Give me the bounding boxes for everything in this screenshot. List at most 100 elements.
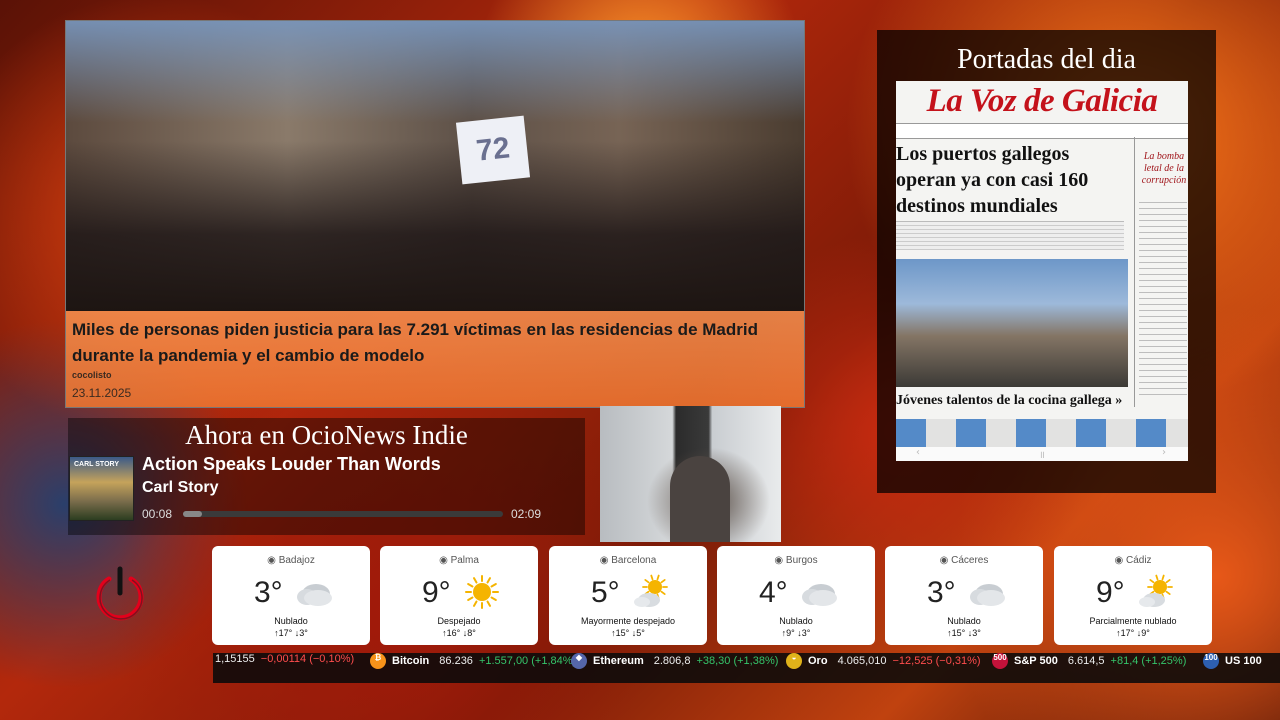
weather-cloud-icon — [967, 574, 1007, 610]
newspaper-masthead: La Voz de Galicia — [926, 83, 1158, 119]
weather-city: ◉ Badajoz — [267, 555, 315, 566]
webcam-feed — [600, 406, 781, 542]
weather-city-name: Palma — [450, 555, 479, 566]
ticker-change: +81,4 (+1,25%) — [1110, 654, 1187, 667]
weather-city-name: Burgos — [785, 555, 818, 566]
news-image: 72 — [66, 21, 804, 311]
ticker-item[interactable]: ₿ Bitcoin 86.236 +1.557,00 (+1,84%) — [370, 653, 576, 683]
weather-city-name: Cáceres — [951, 555, 989, 566]
newspaper-subcolumns — [896, 221, 1124, 250]
power-icon — [96, 566, 144, 621]
newspaper-side-title: La bomba letal de la corrupción — [1141, 151, 1187, 186]
ticker-badge-icon: ◆ — [571, 653, 587, 669]
ticker-change: +1.557,00 (+1,84%) — [478, 654, 577, 667]
webcam-person — [670, 456, 730, 542]
pager-indicator[interactable]: ॥ — [1039, 447, 1045, 461]
ticker-badge-icon: ◒ — [786, 653, 802, 669]
weather-city: ◉ Palma — [439, 555, 479, 566]
prev-page-button[interactable]: ‹ — [916, 447, 920, 458]
weather-temp: 4° — [759, 576, 788, 609]
now-playing-widget: Ahora en OcioNews Indie CARL STORY Actio… — [68, 418, 585, 535]
weather-cloud-icon — [294, 574, 334, 610]
album-cover-text: CARL STORY — [74, 461, 119, 468]
news-date: 23.11.2025 — [72, 386, 132, 400]
weather-range: ↑17° ↓9° — [1116, 628, 1150, 638]
weather-temp: 5° — [591, 576, 620, 609]
weather-sun-icon — [462, 574, 502, 610]
next-page-button[interactable]: › — [1162, 447, 1166, 458]
weather-card[interactable]: ◉ Palma 9° Despejado ↑16° ↓8° — [380, 546, 538, 645]
album-cover: CARL STORY — [69, 456, 134, 521]
ticker-price: 1,15155 — [215, 653, 255, 665]
weather-card[interactable]: ◉ Badajoz 3° Nublado ↑17° ↓3° — [212, 546, 370, 645]
weather-condition: Parcialmente nublado — [1089, 616, 1177, 626]
progress-bar-fill — [183, 511, 203, 517]
news-card[interactable]: 72 Miles de personas piden justicia para… — [65, 20, 805, 408]
weather-sun-cloud-icon — [631, 574, 671, 610]
weather-range: ↑9° ↓3° — [781, 628, 811, 638]
ticker-item[interactable]: ◆ Ethereum 2.806,8 +38,30 (+1,38%) — [571, 653, 778, 683]
ticker-price: 2.806,8 — [653, 654, 691, 667]
now-playing-heading: Ahora en OcioNews Indie — [185, 420, 468, 450]
track-title: Action Speaks Louder Than Words — [142, 454, 441, 474]
weather-condition: Nublado — [779, 616, 813, 626]
ticker-name: S&P 500 — [1014, 654, 1058, 667]
ticker-name: US 100 — [1225, 654, 1262, 667]
news-title[interactable]: Miles de personas piden justicia para la… — [72, 317, 792, 369]
frontpages-heading: Portadas del dia — [957, 44, 1136, 75]
ticker-badge-icon: 500 — [992, 653, 1008, 669]
ticker-item[interactable]: 500 S&P 500 6.614,5 +81,4 (+1,25%) — [992, 653, 1186, 683]
frontpages-panel: Portadas del dia La Voz de Galicia Los p… — [877, 30, 1216, 493]
news-image-crowd — [66, 141, 804, 311]
news-image-sign: 72 — [455, 115, 531, 185]
weather-range: ↑17° ↓3° — [274, 628, 308, 638]
weather-card[interactable]: ◉ Barcelona 5° Mayormente despejado ↑15° ↓5… — [549, 546, 707, 645]
weather-city-name: Barcelona — [611, 555, 657, 566]
newspaper-side-text — [1139, 197, 1187, 397]
market-ticker: 1,15155 −0,00114 (−0,10%) ₿ Bitcoin 86.236 +1… — [213, 653, 1280, 683]
weather-city: ◉ Burgos — [774, 555, 818, 566]
newspaper-photo-caption: Jóvenes talentos de la cocina gallega » — [896, 393, 1123, 408]
weather-condition: Despejado — [437, 616, 481, 626]
newspaper-sidebar: La bomba letal de la corrupción — [1134, 137, 1188, 407]
power-button[interactable] — [93, 565, 147, 621]
ticker-name: Oro — [808, 654, 828, 667]
progress-bar[interactable] — [183, 511, 503, 517]
newspaper-photo — [896, 259, 1128, 387]
weather-city: ◉ Cádiz — [1114, 555, 1152, 566]
weather-card[interactable]: ◉ Cáceres 3° Nublado ↑15° ↓3° — [885, 546, 1043, 645]
ticker-name: Ethereum — [593, 654, 644, 667]
ticker-name: Bitcoin — [392, 654, 430, 667]
weather-condition: Mayormente despejado — [580, 616, 676, 626]
track-artist: Carl Story — [142, 479, 219, 496]
ticker-item[interactable]: 1,15155 −0,00114 (−0,10%) — [215, 653, 354, 683]
weather-temp: 3° — [254, 576, 283, 609]
ticker-price: 4.065,010 — [837, 654, 887, 667]
ticker-item[interactable]: 100 US 100 — [1203, 653, 1272, 683]
weather-card[interactable]: ◉ Burgos 4° Nublado ↑9° ↓3° — [717, 546, 875, 645]
total-time: 02:09 — [511, 507, 542, 521]
elapsed-time: 00:08 — [142, 507, 173, 521]
newspaper-footer-ads — [896, 419, 1188, 447]
weather-city-name: Cádiz — [1125, 555, 1152, 566]
weather-city: ◉ Barcelona — [599, 555, 657, 566]
ticker-change: −12,525 (−0,31%) — [892, 654, 981, 667]
weather-card[interactable]: ◉ Cádiz 9° Parcialmente nublado ↑17° ↓9° — [1054, 546, 1212, 645]
ticker-badge-icon: ₿ — [370, 653, 386, 669]
frontpage-nav: ‹ ॥ › — [896, 447, 1188, 461]
ticker-item[interactable]: ◒ Oro 4.065,010 −12,525 (−0,31%) — [786, 653, 981, 683]
newspaper-frontpage[interactable]: La Voz de Galicia Los puertos gallegos o… — [896, 81, 1188, 461]
news-author: cocolisto — [72, 370, 112, 380]
ticker-price: 6.614,5 — [1067, 654, 1105, 667]
ticker-change: −0,00114 (−0,10%) — [260, 653, 355, 665]
weather-cloud-icon — [799, 574, 839, 610]
weather-city: ◉ Cáceres — [939, 555, 989, 566]
newspaper-headline: Los puertos gallegos operan ya con casi … — [896, 143, 1089, 217]
weather-sun-cloud-icon — [1136, 574, 1176, 610]
ticker-change: +38,30 (+1,38%) — [696, 654, 779, 667]
weather-range: ↑15° ↓5° — [611, 628, 645, 638]
ticker-price: 86.236 — [439, 654, 473, 667]
weather-range: ↑16° ↓8° — [442, 628, 476, 638]
weather-condition: Nublado — [947, 616, 981, 626]
weather-city-name: Badajoz — [278, 555, 315, 566]
